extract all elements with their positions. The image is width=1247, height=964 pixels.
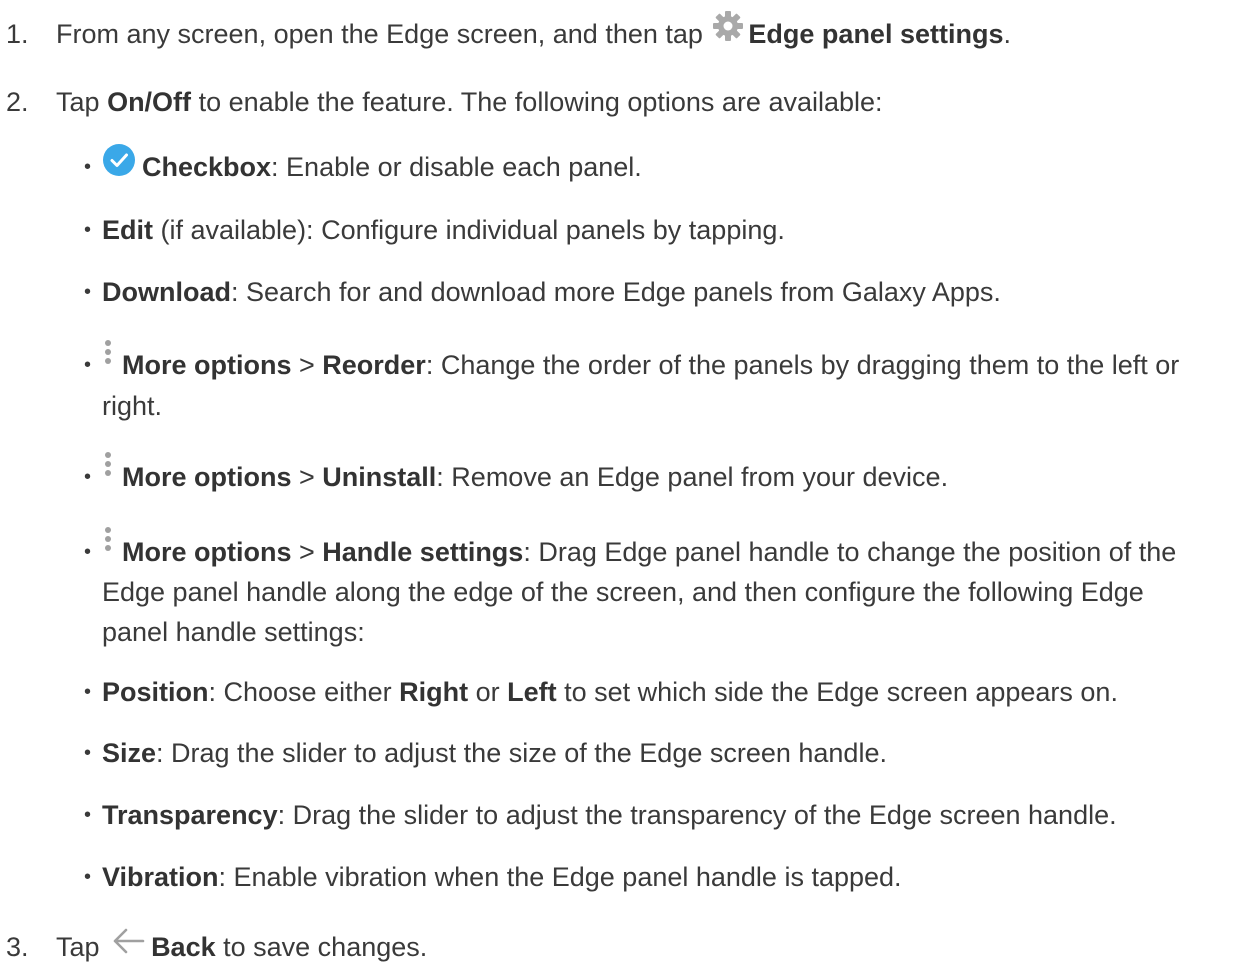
back-arrow-icon xyxy=(111,926,145,956)
back-label: Back xyxy=(151,932,216,962)
step-text: From any screen, open the Edge screen, a… xyxy=(56,19,703,49)
bullet: • xyxy=(84,354,92,376)
checkbox-label: Checkbox xyxy=(142,152,272,183)
step-number: 1. xyxy=(6,19,29,49)
checkbox-checked-icon xyxy=(102,143,136,177)
more-options-icon xyxy=(102,338,114,372)
bullet: • xyxy=(84,804,92,826)
bullet: • xyxy=(84,541,92,563)
bullet: • xyxy=(84,742,92,764)
transparency-label: Transparency xyxy=(102,800,278,830)
more-options-label: More options xyxy=(122,462,292,493)
download-label: Download xyxy=(102,277,231,307)
bullet: • xyxy=(84,866,92,888)
more-options-icon xyxy=(102,450,114,484)
gear-icon xyxy=(712,10,744,42)
on-off-label: On/Off xyxy=(107,87,192,117)
more-options-label: More options xyxy=(122,537,292,568)
handle-settings-label: Handle settings xyxy=(322,537,524,568)
right-label: Right xyxy=(399,677,469,707)
step-number: 3. xyxy=(6,932,29,962)
step-number: 2. xyxy=(6,87,29,117)
edge-panel-settings-label: Edge panel settings xyxy=(748,19,1004,49)
list-item-handle-settings-cont: Edge panel handle along the edge of the … xyxy=(102,577,1144,607)
bullet: • xyxy=(84,219,92,241)
vibration-label: Vibration xyxy=(102,862,219,892)
position-label: Position xyxy=(102,677,209,707)
list-item-reorder-cont: right. xyxy=(102,391,163,421)
bullet: • xyxy=(84,681,92,703)
uninstall-label: Uninstall xyxy=(322,462,437,493)
reorder-label: Reorder xyxy=(322,350,426,381)
edit-label: Edit xyxy=(102,215,153,245)
list-item-handle-settings-cont: panel handle settings: xyxy=(102,617,365,647)
bullet: • xyxy=(84,281,92,303)
bullet: • xyxy=(84,466,92,488)
size-label: Size xyxy=(102,738,157,768)
more-options-label: More options xyxy=(122,350,292,381)
bullet: • xyxy=(84,156,92,178)
more-options-icon xyxy=(102,525,114,559)
left-label: Left xyxy=(507,677,557,707)
